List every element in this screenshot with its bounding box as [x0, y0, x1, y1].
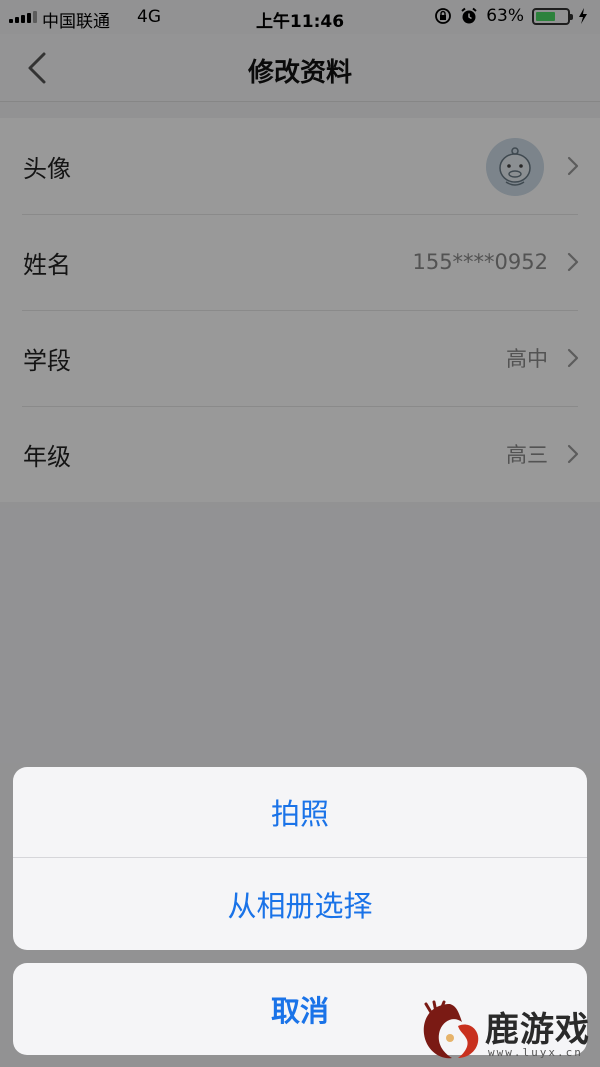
watermark-url: www.luyx.cn: [488, 1046, 583, 1059]
watermark: 鹿游戏 www.luyx.cn: [418, 998, 600, 1064]
take-photo-button[interactable]: 拍照: [13, 767, 587, 858]
action-sheet-options: 拍照 从相册选择: [13, 767, 587, 950]
deer-logo-icon: [423, 1000, 479, 1059]
choose-from-album-button[interactable]: 从相册选择: [13, 858, 587, 949]
watermark-text: 鹿游戏: [485, 1010, 590, 1050]
